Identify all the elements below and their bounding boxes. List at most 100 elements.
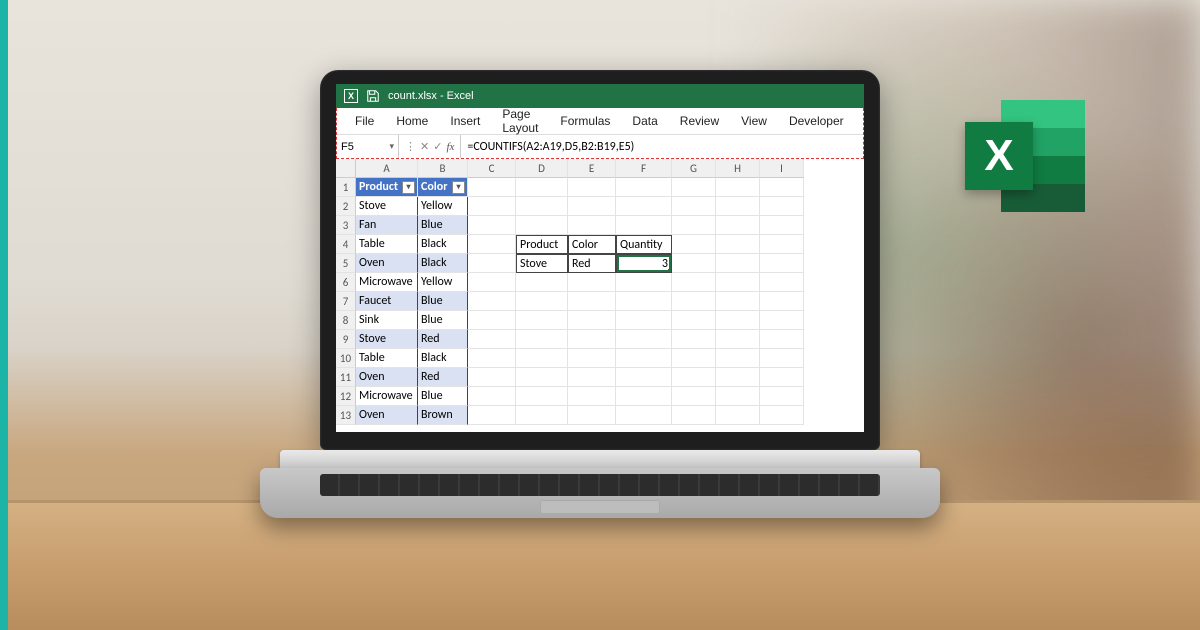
row-header[interactable]: 7	[336, 292, 356, 311]
col-header[interactable]: G	[672, 159, 716, 178]
table-header-product[interactable]: Product▾	[356, 178, 418, 197]
tab-view[interactable]: View	[731, 110, 777, 132]
cell[interactable]	[760, 235, 804, 254]
cell[interactable]	[516, 216, 568, 235]
cell[interactable]: Black	[418, 235, 468, 254]
cell[interactable]	[716, 254, 760, 273]
filter-icon[interactable]: ▾	[402, 181, 415, 194]
row-header[interactable]: 5	[336, 254, 356, 273]
col-header[interactable]: E	[568, 159, 616, 178]
cell[interactable]	[672, 330, 716, 349]
row-header[interactable]: 10	[336, 349, 356, 368]
cell[interactable]	[568, 273, 616, 292]
col-header[interactable]: I	[760, 159, 804, 178]
cell[interactable]	[672, 387, 716, 406]
cell[interactable]: Oven	[356, 368, 418, 387]
cell[interactable]	[516, 406, 568, 425]
confirm-icon[interactable]: ✓	[433, 140, 442, 153]
cell[interactable]	[568, 387, 616, 406]
cell[interactable]: Brown	[418, 406, 468, 425]
cell[interactable]: Color	[568, 235, 616, 254]
row-header[interactable]: 13	[336, 406, 356, 425]
cell[interactable]	[616, 197, 672, 216]
cell[interactable]	[616, 406, 672, 425]
cell[interactable]	[616, 178, 672, 197]
cell[interactable]	[568, 349, 616, 368]
tab-developer[interactable]: Developer	[779, 110, 854, 132]
cell[interactable]	[616, 216, 672, 235]
col-header[interactable]: B	[418, 159, 468, 178]
cell[interactable]	[716, 292, 760, 311]
spreadsheet-grid[interactable]: 1 2 3 4 5 6 7 8 9 10 11 12 13 A	[336, 159, 864, 425]
cell[interactable]	[760, 349, 804, 368]
cell[interactable]	[616, 387, 672, 406]
cell[interactable]	[716, 387, 760, 406]
cell[interactable]	[568, 368, 616, 387]
cell[interactable]	[672, 178, 716, 197]
cell[interactable]: Microwave	[356, 387, 418, 406]
cell[interactable]	[760, 178, 804, 197]
cell[interactable]	[468, 216, 516, 235]
row-header[interactable]: 12	[336, 387, 356, 406]
tab-help[interactable]: Help	[856, 110, 864, 132]
cell[interactable]	[468, 311, 516, 330]
cell[interactable]	[716, 349, 760, 368]
tab-file[interactable]: File	[345, 110, 384, 132]
cell[interactable]	[716, 330, 760, 349]
cell[interactable]: Faucet	[356, 292, 418, 311]
cell[interactable]	[672, 406, 716, 425]
cell[interactable]	[716, 178, 760, 197]
cell[interactable]	[516, 368, 568, 387]
cell[interactable]: Blue	[418, 292, 468, 311]
chevron-down-icon[interactable]: ▾	[389, 141, 394, 152]
cell[interactable]	[616, 330, 672, 349]
cell[interactable]	[760, 330, 804, 349]
cell[interactable]: Black	[418, 254, 468, 273]
cell[interactable]	[760, 387, 804, 406]
cell[interactable]	[672, 216, 716, 235]
cell[interactable]	[716, 273, 760, 292]
cell[interactable]	[468, 178, 516, 197]
cell[interactable]	[716, 216, 760, 235]
col-header[interactable]: H	[716, 159, 760, 178]
col-header[interactable]: F	[616, 159, 672, 178]
filter-icon[interactable]: ▾	[452, 181, 465, 194]
cell[interactable]: Stove	[356, 197, 418, 216]
cell[interactable]	[516, 387, 568, 406]
row-header[interactable]: 8	[336, 311, 356, 330]
table-header-color[interactable]: Color▾	[418, 178, 468, 197]
cell[interactable]	[672, 254, 716, 273]
cell[interactable]	[468, 406, 516, 425]
tab-formulas[interactable]: Formulas	[550, 110, 620, 132]
cell[interactable]: Red	[568, 254, 616, 273]
tab-page-layout[interactable]: Page Layout	[492, 103, 548, 139]
cancel-icon[interactable]: ✕	[420, 140, 429, 153]
cell[interactable]: Stove	[516, 254, 568, 273]
cell[interactable]	[672, 349, 716, 368]
tab-data[interactable]: Data	[622, 110, 667, 132]
cell[interactable]: Oven	[356, 406, 418, 425]
cell[interactable]: Fan	[356, 216, 418, 235]
cell[interactable]	[760, 254, 804, 273]
cell[interactable]	[716, 311, 760, 330]
vertical-dots-icon[interactable]: ⋮	[405, 140, 416, 153]
cell[interactable]	[716, 235, 760, 254]
cell[interactable]: Sink	[356, 311, 418, 330]
cell[interactable]	[468, 292, 516, 311]
cell[interactable]	[672, 235, 716, 254]
cell[interactable]	[616, 292, 672, 311]
cell[interactable]	[716, 368, 760, 387]
cell[interactable]: Blue	[418, 216, 468, 235]
cell[interactable]	[468, 235, 516, 254]
cell[interactable]	[568, 311, 616, 330]
cell[interactable]: Quantity	[616, 235, 672, 254]
cell[interactable]: Yellow	[418, 197, 468, 216]
cell[interactable]	[672, 273, 716, 292]
cell[interactable]	[568, 178, 616, 197]
cell[interactable]	[516, 178, 568, 197]
cell[interactable]	[468, 273, 516, 292]
cell[interactable]	[760, 216, 804, 235]
cell[interactable]	[568, 216, 616, 235]
cell[interactable]	[760, 406, 804, 425]
cell[interactable]	[616, 368, 672, 387]
